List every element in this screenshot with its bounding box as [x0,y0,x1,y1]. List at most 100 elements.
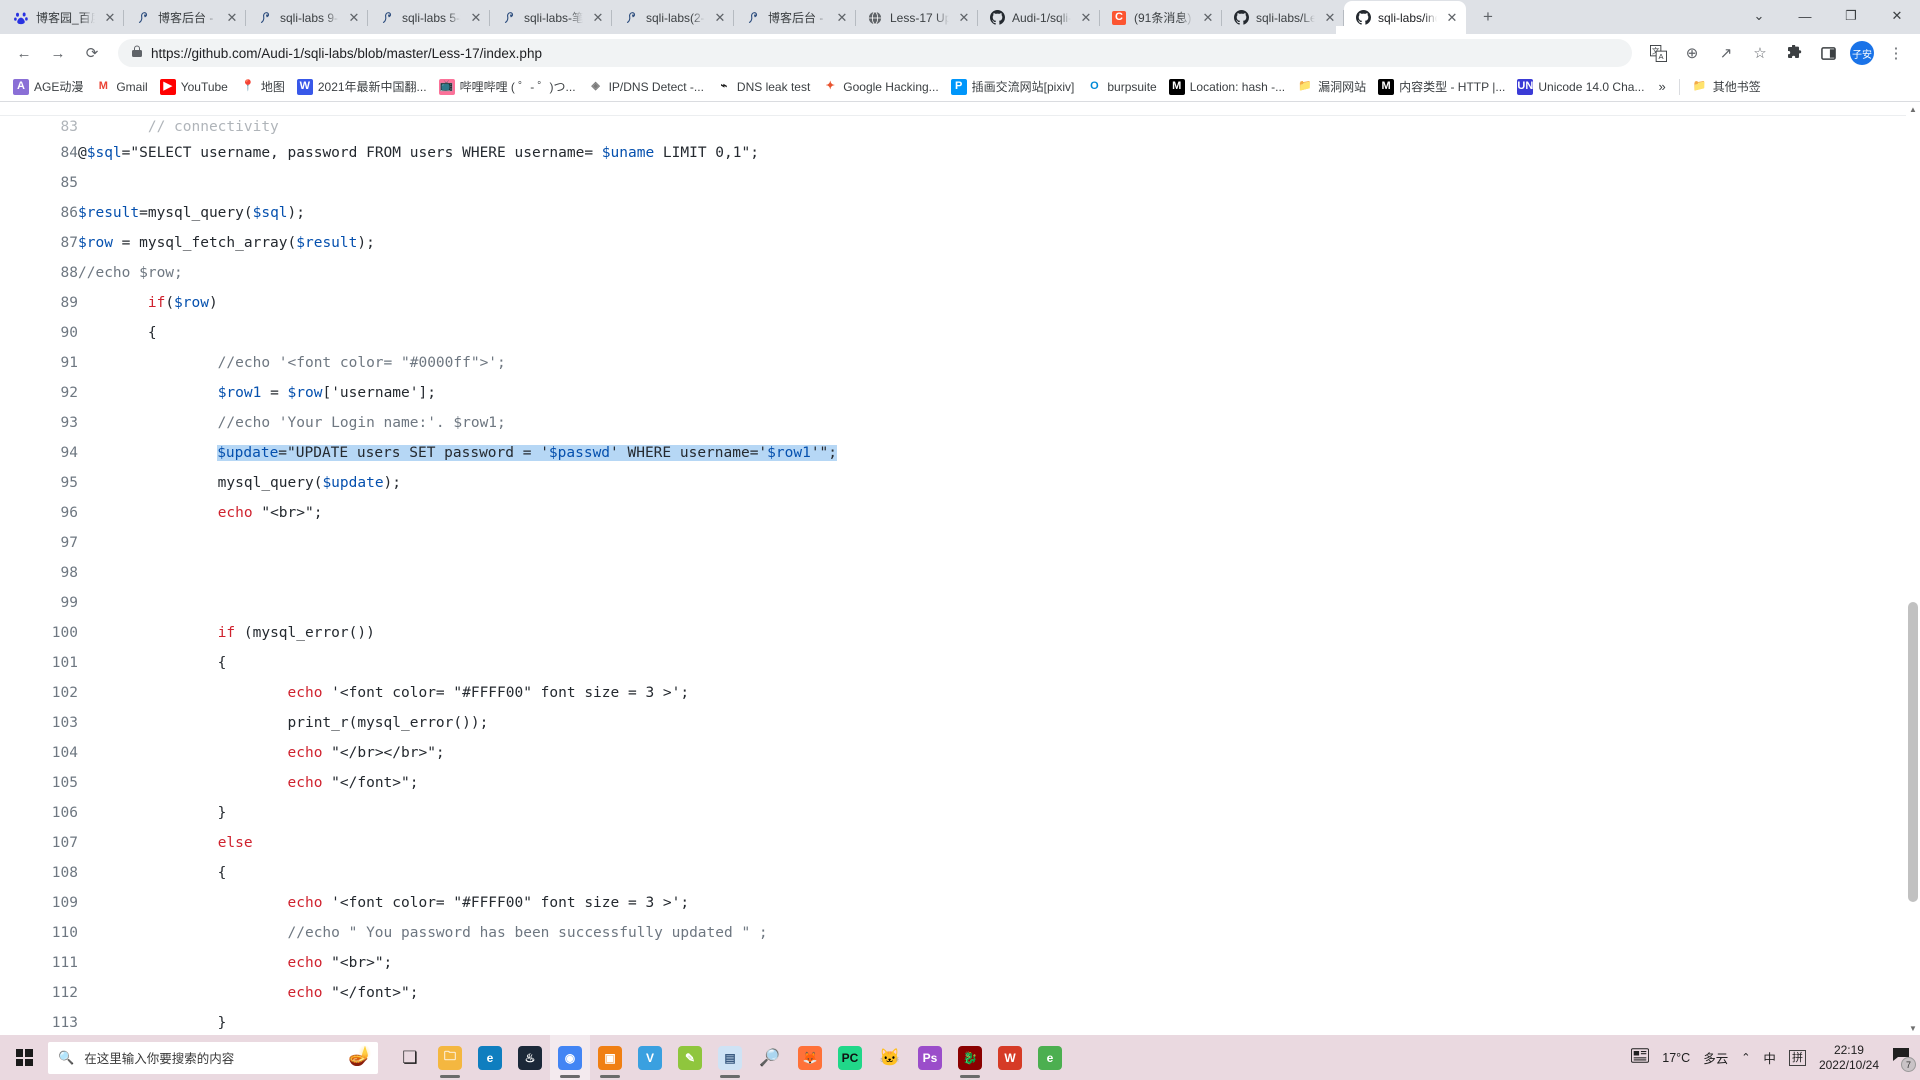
browser-tab-8[interactable]: Audi-1/sqli-la ✕ [978,1,1100,34]
taskbar-icon-photoshop[interactable]: Ps [910,1035,950,1080]
tab-close-icon[interactable]: ✕ [712,10,728,26]
bookmarks-overflow-button[interactable]: » [1651,76,1672,97]
bookmark-item-13[interactable]: M 内容类型 - HTTP |... [1372,75,1511,98]
line-content[interactable]: { [78,648,1920,678]
address-bar[interactable]: https://github.com/Audi-1/sqli-labs/blob… [118,39,1632,67]
browser-tab-7[interactable]: Less-17 Upda ✕ [856,1,978,34]
line-number[interactable]: 89 [0,288,78,318]
forward-icon[interactable]: → [42,37,74,69]
browser-tab-4[interactable]: sqli-labs-笔记 ✕ [490,1,612,34]
line-number[interactable]: 107 [0,828,78,858]
taskbar-icon-everything-search[interactable]: 🔎 [750,1035,790,1080]
line-number[interactable]: 93 [0,408,78,438]
browser-tab-3[interactable]: sqli-labs 5-8 ✕ [368,1,490,34]
notification-center-icon[interactable]: 7 [1892,1047,1916,1072]
bookmark-item-14[interactable]: UN Unicode 14.0 Cha... [1511,76,1650,98]
browser-tab-0[interactable]: 博客园_百度搜 ✕ [2,1,124,34]
line-content[interactable]: // connectivity [78,116,1920,138]
line-content[interactable]: echo '<font color= "#FFFF00" font size =… [78,888,1920,918]
tab-close-icon[interactable]: ✕ [1322,10,1338,26]
line-content[interactable]: mysql_query($update); [78,468,1920,498]
scroll-down-arrow[interactable]: ▼ [1906,1021,1920,1035]
browser-tab-2[interactable]: sqli-labs 9-10 ✕ [246,1,368,34]
line-number[interactable]: 91 [0,348,78,378]
back-icon[interactable]: ← [8,37,40,69]
bookmark-item-10[interactable]: Oburpsuite [1080,76,1162,98]
close-window-button[interactable]: ✕ [1874,0,1920,32]
browser-tab-10[interactable]: sqli-labs/Less ✕ [1222,1,1344,34]
browser-tab-1[interactable]: 博客后台 - 博 ✕ [124,1,246,34]
taskbar-icon-mozilla-firefox[interactable]: 🦊 [790,1035,830,1080]
taskbar-icon-microsoft-edge[interactable]: e [470,1035,510,1080]
line-number[interactable]: 101 [0,648,78,678]
taskbar-icon-notepad[interactable]: ▤ [710,1035,750,1080]
bookmark-item-8[interactable]: ✦ Google Hacking... [816,76,944,98]
tab-close-icon[interactable]: ✕ [468,10,484,26]
line-number[interactable]: 113 [0,1008,78,1035]
bookmark-item-0[interactable]: A AGE动漫 [7,75,89,98]
taskbar-icon-notepad-plus-plus[interactable]: ✎ [670,1035,710,1080]
tab-search-icon[interactable]: ⌄ [1736,0,1782,32]
line-number[interactable]: 98 [0,558,78,588]
line-content[interactable]: @$sql="SELECT username, password FROM us… [78,138,1920,168]
line-content[interactable] [78,528,1920,558]
line-number[interactable]: 100 [0,618,78,648]
line-number[interactable]: 92 [0,378,78,408]
bookmark-item-9[interactable]: P 插画交流网站[pixiv] [945,75,1081,98]
tab-close-icon[interactable]: ✕ [224,10,240,26]
tab-close-icon[interactable]: ✕ [346,10,362,26]
bookmark-item-4[interactable]: W 2021年最新中国翻... [291,75,433,98]
line-content[interactable]: $update="UPDATE users SET password = '$p… [78,438,1920,468]
tab-close-icon[interactable]: ✕ [834,10,850,26]
browser-tab-6[interactable]: 博客后台 - 博 ✕ [734,1,856,34]
line-number[interactable]: 109 [0,888,78,918]
browser-tab-5[interactable]: sqli-labs(2-4) ✕ [612,1,734,34]
taskbar-icon-file-explorer[interactable]: 🗀 [430,1035,470,1080]
line-content[interactable]: //echo $row; [78,258,1920,288]
line-number[interactable]: 103 [0,708,78,738]
line-content[interactable]: echo "</font>"; [78,978,1920,1008]
taskbar-icon-wps-office[interactable]: W [990,1035,1030,1080]
tab-close-icon[interactable]: ✕ [102,10,118,26]
bookmark-item-2[interactable]: ▶ YouTube [154,76,234,98]
browser-tab-9[interactable]: C (91条消息) 详 ✕ [1100,1,1222,34]
tab-close-icon[interactable]: ✕ [1444,10,1460,26]
line-number[interactable]: 104 [0,738,78,768]
line-content[interactable]: print_r(mysql_error()); [78,708,1920,738]
line-number[interactable]: 86 [0,198,78,228]
line-content[interactable]: else [78,828,1920,858]
share-icon[interactable]: ↗ [1710,37,1742,69]
taskbar-icon-kali-linux[interactable]: 🐉 [950,1035,990,1080]
code-scroll-region[interactable]: 83 // connectivity 84 @$sql="SELECT userna… [0,102,1920,1035]
line-number[interactable]: 83 [0,116,78,138]
bookmark-item-3[interactable]: 📍 地图 [234,75,291,98]
side-panel-icon[interactable] [1812,37,1844,69]
line-number[interactable]: 105 [0,768,78,798]
taskbar-icon-pycharm[interactable]: PC [830,1035,870,1080]
line-content[interactable]: echo "<br>"; [78,498,1920,528]
tab-close-icon[interactable]: ✕ [1200,10,1216,26]
tab-close-icon[interactable]: ✕ [590,10,606,26]
line-content[interactable]: { [78,318,1920,348]
taskbar-icon-navicat[interactable]: 🐱 [870,1035,910,1080]
line-number[interactable]: 94 [0,438,78,468]
line-number[interactable]: 87 [0,228,78,258]
line-content[interactable]: //echo " You password has been successfu… [78,918,1920,948]
line-content[interactable]: if($row) [78,288,1920,318]
line-content[interactable]: //echo 'Your Login name:'. $row1; [78,408,1920,438]
browser-menu-icon[interactable]: ⋮ [1880,37,1912,69]
taskbar-icon-vmware-player[interactable]: V [630,1035,670,1080]
line-number[interactable]: 97 [0,528,78,558]
line-content[interactable]: echo "<br>"; [78,948,1920,978]
bookmark-star-icon[interactable]: ☆ [1744,37,1776,69]
taskbar-icon-360-browser[interactable]: e [1030,1035,1070,1080]
line-number[interactable]: 95 [0,468,78,498]
extensions-icon[interactable] [1778,37,1810,69]
bookmark-item-7[interactable]: ⌁ DNS leak test [710,76,816,98]
new-tab-button[interactable]: + [1474,3,1502,31]
weather-description[interactable]: 多云 [1703,1048,1728,1067]
taskbar-icon-vmware-workstation[interactable]: ▣ [590,1035,630,1080]
bookmark-item-1[interactable]: M Gmail [89,76,153,98]
reload-icon[interactable]: ⟳ [76,37,108,69]
taskbar-clock[interactable]: 22:19 2022/10/24 [1819,1043,1879,1073]
